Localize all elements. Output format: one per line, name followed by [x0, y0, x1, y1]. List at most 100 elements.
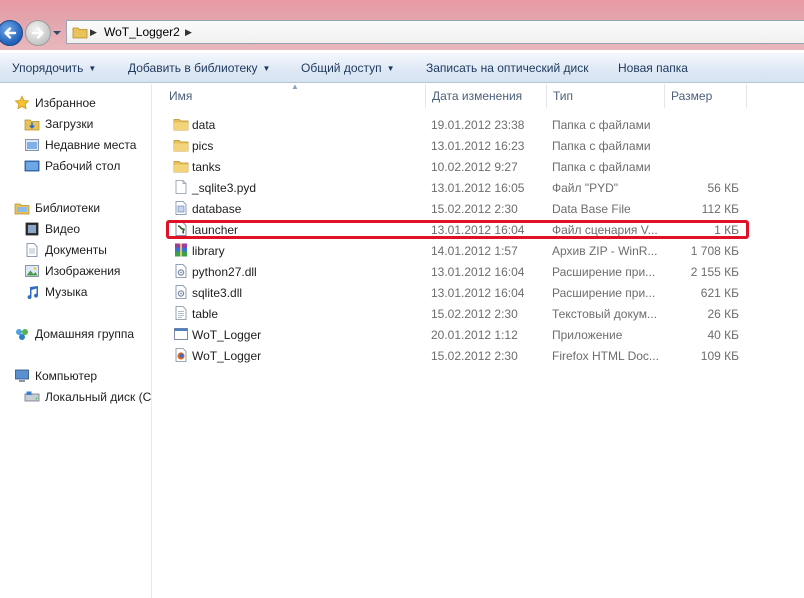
table-row[interactable]: pics 13.01.2012 16:23 Папка с файлами [163, 135, 753, 156]
file-type: Расширение при... [552, 286, 656, 300]
file-type: Приложение [552, 328, 623, 342]
back-button[interactable] [0, 20, 23, 46]
nav-video[interactable]: Видео [24, 220, 80, 238]
winrar-archive-icon [173, 242, 189, 258]
file-name: WoT_Logger [192, 349, 262, 363]
file-size: 1 708 КБ [690, 244, 739, 258]
file-type: Папка с файлами [552, 160, 651, 174]
file-date: 20.01.2012 1:12 [431, 328, 518, 342]
computer-icon [15, 369, 29, 382]
folder-icon [173, 158, 189, 174]
dll-file-icon [173, 284, 189, 300]
blank-file-icon [173, 179, 189, 195]
file-date: 13.01.2012 16:04 [431, 286, 525, 300]
file-name: tanks [192, 160, 221, 174]
file-type: Расширение при... [552, 265, 656, 279]
chevron-down-icon: ▼ [88, 64, 97, 73]
column-header-date[interactable]: Дата изменения [426, 84, 547, 108]
nav-label: Загрузки [45, 117, 94, 131]
file-size: 26 КБ [707, 307, 739, 321]
breadcrumb-separator-icon[interactable]: ▶ [185, 27, 192, 38]
add-to-library-button[interactable]: Добавить в библиотеку ▼ [128, 61, 270, 75]
nav-images[interactable]: Изображения [24, 262, 120, 280]
file-size: 40 КБ [707, 328, 739, 342]
hard-drive-icon [24, 391, 40, 402]
file-name: sqlite3.dll [192, 286, 243, 300]
video-icon [25, 222, 39, 236]
breadcrumb-current-folder[interactable]: WoT_Logger2 [104, 25, 180, 39]
nav-label: Видео [45, 222, 81, 236]
file-name: launcher [192, 223, 239, 237]
organize-label: Упорядочить [12, 61, 84, 75]
address-bar[interactable]: ▶ WoT_Logger2 ▶ [66, 20, 804, 44]
folder-icon [72, 27, 88, 39]
file-size: 112 КБ [701, 202, 739, 216]
nav-documents[interactable]: Документы [24, 241, 107, 259]
star-icon [14, 95, 30, 110]
table-row[interactable]: tanks 10.02.2012 9:27 Папка с файлами [163, 156, 753, 177]
nav-favorites[interactable]: Избранное [14, 94, 96, 112]
table-row[interactable]: _sqlite3.pyd 13.01.2012 16:05 Файл "PYD" 56… [163, 177, 753, 198]
nav-computer[interactable]: Компьютер [14, 367, 97, 385]
table-row[interactable]: launcher 13.01.2012 16:04 Файл сценария V.… [163, 219, 753, 240]
file-date: 13.01.2012 16:04 [431, 223, 525, 237]
nav-downloads[interactable]: Загрузки [24, 115, 93, 133]
libraries-icon [14, 203, 30, 215]
nav-label: Библиотеки [35, 201, 101, 215]
new-folder-button[interactable]: Новая папка [618, 61, 688, 75]
folder-icon [173, 116, 189, 132]
chevron-down-icon: ▼ [262, 64, 271, 73]
forward-button[interactable] [25, 20, 51, 46]
share-button[interactable]: Общий доступ ▼ [301, 61, 395, 75]
breadcrumb-separator-icon[interactable]: ▶ [90, 27, 97, 38]
share-label: Общий доступ [301, 61, 382, 75]
file-type: Папка с файлами [552, 139, 651, 153]
file-name: database [192, 202, 242, 216]
recent-pages-dropdown-icon[interactable] [52, 29, 62, 37]
file-size: 56 КБ [707, 181, 739, 195]
table-row[interactable]: table 15.02.2012 2:30 Текстовый докум... 26… [163, 303, 753, 324]
nav-label: Компьютер [35, 369, 98, 383]
file-size: 621 КБ [700, 286, 739, 300]
column-header-name[interactable]: Имя [163, 84, 426, 108]
nav-desktop[interactable]: Рабочий стол [24, 157, 120, 175]
table-row[interactable]: python27.dll 13.01.2012 16:04 Расширение п… [163, 261, 753, 282]
arrow-right-icon [31, 27, 44, 39]
table-row[interactable]: WoT_Logger 15.02.2012 2:30 Firefox HTML Do… [163, 345, 753, 366]
burn-button[interactable]: Записать на оптический диск [426, 61, 589, 75]
add-to-library-label: Добавить в библиотеку [128, 61, 258, 75]
nav-label: Локальный диск (С [45, 390, 152, 404]
organize-button[interactable]: Упорядочить ▼ [12, 61, 96, 75]
column-header-size[interactable]: Размер [665, 84, 747, 108]
homegroup-icon [16, 329, 28, 340]
nav-recent-places[interactable]: Недавние места [24, 136, 136, 154]
dll-file-icon [173, 263, 189, 279]
table-row[interactable]: database 15.02.2012 2:30 Data Base File 112… [163, 198, 753, 219]
table-row[interactable]: library 14.01.2012 1:57 Архив ZIP - WinR..… [163, 240, 753, 261]
file-size: 109 КБ [700, 349, 739, 363]
command-bar: Упорядочить ▼ Добавить в библиотеку ▼ Общи… [0, 53, 804, 83]
database-file-icon [173, 200, 189, 216]
nav-label: Недавние места [45, 138, 137, 152]
recent-places-icon [25, 139, 39, 151]
table-row[interactable]: data 19.01.2012 23:38 Папка с файлами [163, 114, 753, 135]
images-icon [25, 265, 39, 277]
file-size: 2 155 КБ [690, 265, 739, 279]
nav-music[interactable]: Музыка [24, 283, 87, 301]
table-row[interactable]: WoT_Logger 20.01.2012 1:12 Приложение 40 КБ [163, 324, 753, 345]
nav-homegroup[interactable]: Домашняя группа [14, 325, 134, 343]
table-row[interactable]: sqlite3.dll 13.01.2012 16:04 Расширение пр… [163, 282, 753, 303]
column-header-label: Дата изменения [432, 89, 523, 103]
folder-icon [173, 137, 189, 153]
documents-icon [26, 243, 38, 257]
file-name: python27.dll [192, 265, 257, 279]
nav-local-disk[interactable]: Локальный диск (С [24, 388, 151, 406]
nav-libraries[interactable]: Библиотеки [14, 199, 100, 217]
column-header-type[interactable]: Тип [547, 84, 665, 108]
file-date: 13.01.2012 16:04 [431, 265, 525, 279]
firefox-html-icon [173, 347, 189, 363]
music-note-icon [27, 286, 39, 300]
file-list: ▲ Имя Дата изменения Тип Размер data 19.0… [153, 82, 804, 598]
nav-label: Избранное [35, 96, 96, 110]
chevron-down-icon: ▼ [386, 64, 395, 73]
